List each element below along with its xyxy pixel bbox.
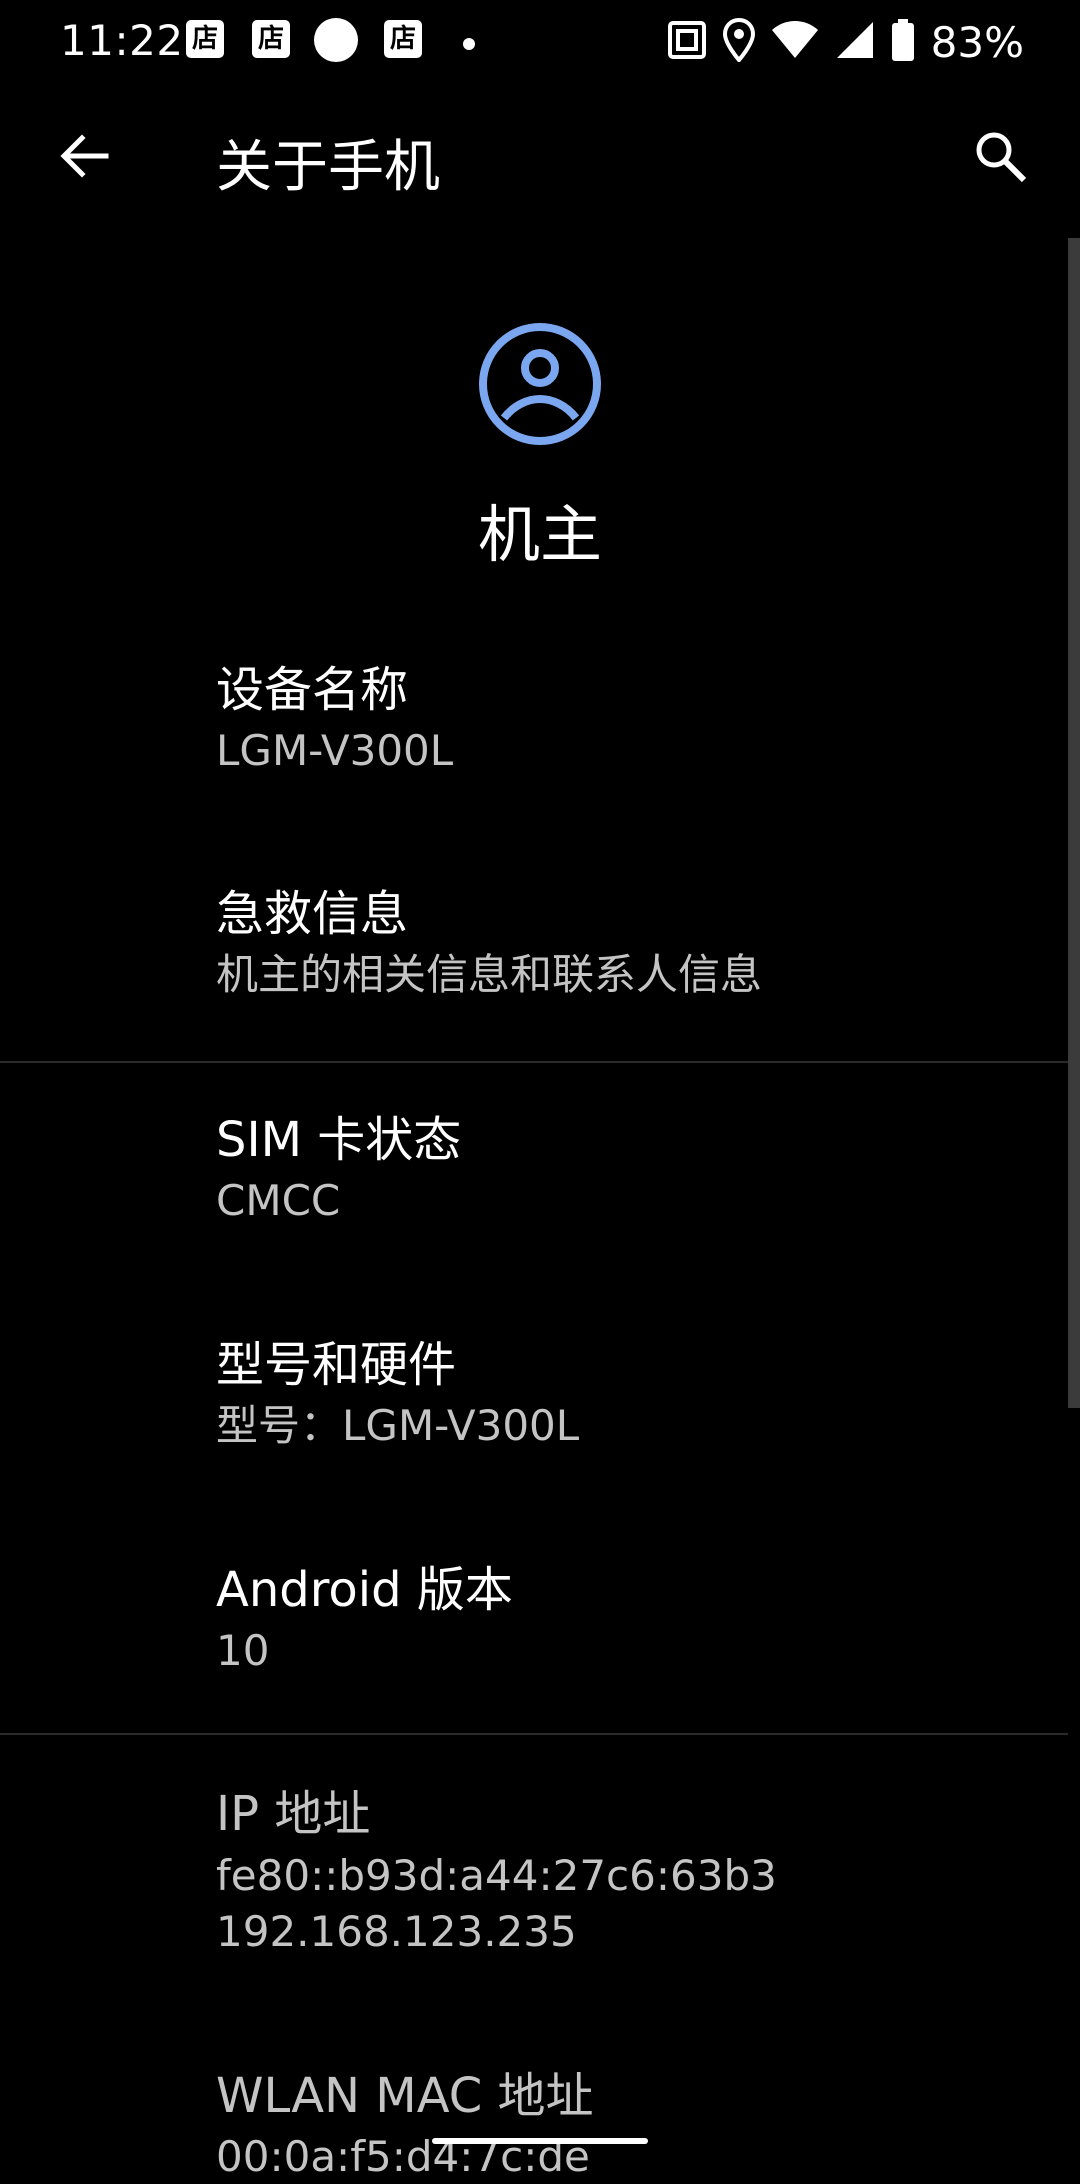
item-subtitle-line: fe80::b93d:a44:27c6:63b3	[216, 1851, 777, 1900]
status-time: 11:22	[60, 16, 184, 65]
location-icon	[722, 17, 755, 66]
item-title: IP 地址	[216, 1786, 371, 1842]
item-title: 急救信息	[216, 886, 409, 942]
list-item-wlan-mac: WLAN MAC 地址 00:0a:f5:d4:7c:de	[216, 2066, 1036, 2184]
divider	[0, 1733, 1068, 1735]
account-circle-icon	[478, 323, 602, 450]
item-subtitle: 10	[216, 1626, 270, 1675]
battery-icon	[891, 18, 915, 66]
item-title: SIM 卡状态	[216, 1112, 462, 1168]
cellular-signal-icon	[835, 20, 875, 64]
owner-name: 机主	[477, 498, 602, 571]
item-subtitle: 机主的相关信息和联系人信息	[216, 950, 763, 999]
divider	[0, 1061, 1068, 1063]
wifi-icon	[771, 20, 819, 64]
arrow-back-icon	[56, 128, 112, 188]
item-title: 设备名称	[216, 662, 409, 718]
search-icon	[970, 126, 1030, 190]
screen-cast-icon	[667, 20, 707, 64]
search-button[interactable]	[960, 118, 1040, 198]
battery-percent: 83%	[930, 17, 1024, 67]
item-subtitle-line: 192.168.123.235	[216, 1907, 577, 1956]
item-subtitle: CMCC	[216, 1176, 341, 1225]
list-item-emergency-info[interactable]: 急救信息 机主的相关信息和联系人信息	[216, 884, 1036, 1002]
more-notifications-dot-icon	[463, 38, 475, 50]
item-title: WLAN MAC 地址	[216, 2068, 594, 2124]
status-bar: 11:22 店 店 店 83%	[0, 0, 1080, 88]
item-title: Android 版本	[216, 1562, 513, 1618]
page-title: 关于手机	[216, 135, 440, 200]
item-subtitle: LGM-V300L	[216, 726, 454, 775]
home-indicator[interactable]	[432, 2138, 648, 2144]
status-icons: 83%	[667, 14, 1024, 70]
store-notification-icon: 店	[186, 20, 224, 58]
owner-avatar[interactable]	[478, 322, 602, 446]
list-item-ip-address: IP 地址 fe80::b93d:a44:27c6:63b3 192.168.1…	[216, 1784, 1036, 1960]
item-subtitle: 型号：LGM-V300L	[216, 1401, 580, 1450]
list-item-model-hardware[interactable]: 型号和硬件 型号：LGM-V300L	[216, 1335, 1036, 1453]
app-bar: 关于手机	[0, 88, 1080, 228]
item-title: 型号和硬件	[216, 1337, 457, 1393]
store-notification-icon: 店	[252, 20, 290, 58]
back-button[interactable]	[44, 118, 124, 198]
list-item-sim-status[interactable]: SIM 卡状态 CMCC	[216, 1110, 1036, 1228]
store-notification-icon: 店	[384, 20, 422, 58]
list-item-android-version[interactable]: Android 版本 10	[216, 1560, 1036, 1678]
scrollbar[interactable]	[1068, 238, 1080, 1408]
circle-notification-icon	[314, 18, 358, 62]
list-item-device-name[interactable]: 设备名称 LGM-V300L	[216, 660, 1036, 778]
